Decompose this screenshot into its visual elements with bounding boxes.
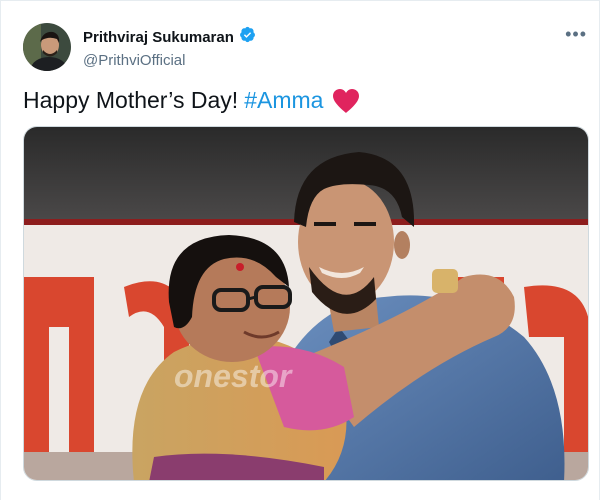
tweet-card: Prithviraj Sukumaran @PrithviOfficial ••… [0, 0, 600, 500]
photo-mother-son-hug: onestor [24, 127, 588, 480]
verified-badge-icon [239, 26, 256, 48]
display-name[interactable]: Prithviraj Sukumaran [83, 29, 234, 46]
hashtag-link[interactable]: #Amma [244, 87, 323, 114]
author-info: Prithviraj Sukumaran @PrithviOfficial [83, 26, 256, 69]
avatar[interactable] [23, 23, 71, 71]
handle[interactable]: @PrithviOfficial [83, 52, 256, 69]
tweet-text: Happy Mother’s Day! #Amma [23, 87, 360, 114]
more-options-icon[interactable]: ••• [565, 25, 587, 43]
heart-emoji-icon [332, 88, 360, 114]
display-name-row: Prithviraj Sukumaran [83, 26, 256, 48]
tweet-text-body: Happy Mother’s Day! [23, 87, 239, 113]
svg-text:onestor: onestor [174, 358, 293, 394]
tweet-photo[interactable]: onestor [23, 126, 589, 481]
